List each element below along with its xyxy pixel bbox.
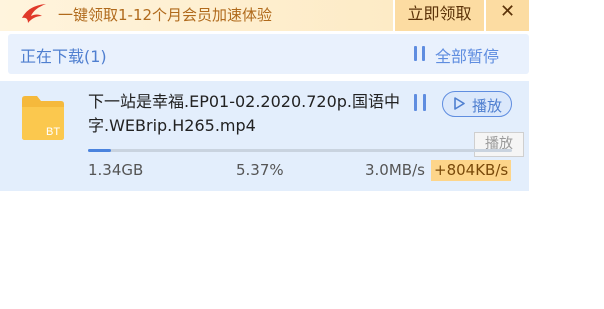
play-icon [454, 97, 465, 110]
boost-speed-badge[interactable]: +804KB/s [431, 160, 512, 181]
promo-text: 一键领取1-12个月会员加速体验 [58, 6, 273, 24]
file-size: 1.34GB [88, 161, 144, 179]
download-speed: 3.0MB/s [365, 161, 425, 179]
play-button[interactable]: 播放 [442, 91, 512, 117]
pause-all-label: 全部暂停 [435, 47, 500, 66]
folder-bt-icon: BT [22, 96, 64, 140]
play-tooltip: 播放 [474, 132, 524, 157]
thunder-bird-logo-icon [22, 4, 46, 23]
downloading-title[interactable]: 正在下载(1) [20, 43, 107, 67]
promo-area[interactable]: 一键领取1-12个月会员加速体验 [0, 0, 393, 31]
pause-task-button[interactable] [413, 94, 429, 112]
claim-now-button[interactable]: 立即领取 [393, 0, 484, 31]
progress-fill [88, 149, 111, 152]
close-icon: ✕ [499, 1, 516, 22]
close-promo-button[interactable]: ✕ [486, 0, 529, 31]
file-name: 下一站是幸福.EP01-02.2020.720p.国语中字.WEBrip.H26… [88, 92, 401, 135]
downloading-header: 正在下载(1) 全部暂停 [8, 34, 529, 74]
play-label: 播放 [472, 97, 503, 115]
progress-percent: 5.37% [236, 161, 284, 179]
pause-icon [413, 46, 427, 61]
file-badge: BT [46, 126, 60, 138]
promo-banner: 一键领取1-12个月会员加速体验 立即领取 ✕ [0, 0, 529, 31]
progress-bar [88, 149, 512, 152]
download-task-row[interactable]: BT 下一站是幸福.EP01-02.2020.720p.国语中字.WEBrip.… [0, 81, 529, 191]
